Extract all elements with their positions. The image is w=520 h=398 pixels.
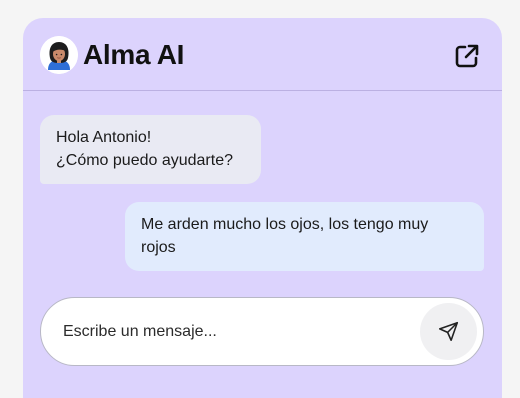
send-button[interactable] <box>420 303 477 360</box>
assistant-message-bubble: Hola Antonio! ¿Cómo puedo ayudarte? <box>40 115 261 184</box>
assistant-avatar-icon <box>40 36 78 74</box>
send-icon <box>438 321 459 342</box>
message-text-line: Me arden mucho los ojos, los tengo muy <box>141 216 429 233</box>
chat-header: Alma AI <box>23 18 502 91</box>
message-text-line: rojos <box>141 239 176 256</box>
message-composer <box>40 297 484 366</box>
message-input[interactable] <box>63 318 403 346</box>
external-link-icon[interactable] <box>453 42 481 70</box>
assistant-title: Alma AI <box>83 39 185 70</box>
message-text-line: ¿Cómo puedo ayudarte? <box>56 152 233 169</box>
user-message-bubble: Me arden mucho los ojos, los tengo muy r… <box>125 202 484 271</box>
message-text-line: Hola Antonio! <box>56 129 152 146</box>
chat-panel: Alma AI Hola Antonio! ¿Cómo puedo ayudar… <box>23 18 502 398</box>
